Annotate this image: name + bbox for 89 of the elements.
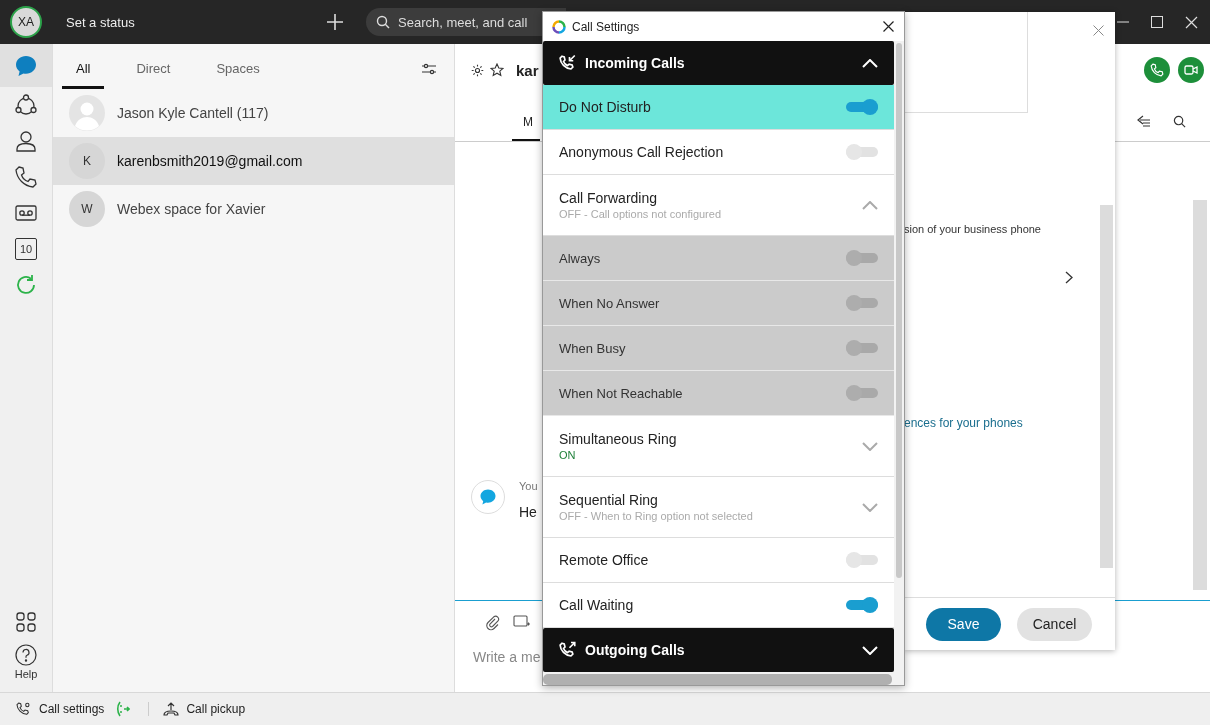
- avatar: W: [69, 191, 105, 227]
- save-button[interactable]: Save: [926, 607, 1001, 641]
- setting-status: OFF - Call options not configured: [559, 208, 722, 220]
- toggle-switch[interactable]: [846, 147, 878, 157]
- setting-row[interactable]: Call Waiting: [543, 583, 894, 628]
- search-field[interactable]: Search, meet, and call: [366, 8, 566, 36]
- outgoing-call-icon: [559, 641, 577, 659]
- cancel-button[interactable]: Cancel: [1017, 607, 1092, 641]
- share-icon[interactable]: [1137, 115, 1151, 127]
- setting-label: Anonymous Call Rejection: [559, 144, 724, 160]
- setting-label: Call Forwarding: [559, 190, 659, 206]
- setting-label: When No Answer: [559, 295, 660, 311]
- calendar-icon: 10: [15, 238, 37, 260]
- tab[interactable]: Direct: [122, 61, 185, 89]
- teams-icon: [14, 93, 38, 117]
- status-bar-item[interactable]: Call settings: [16, 701, 105, 717]
- search-icon: [376, 15, 390, 29]
- maximize-icon[interactable]: [1151, 16, 1163, 28]
- space-title: kar: [516, 61, 539, 79]
- call-button[interactable]: [1144, 57, 1170, 83]
- setting-label: Always: [559, 250, 601, 266]
- section-title: Incoming Calls: [585, 55, 685, 71]
- setting-row[interactable]: Call Forwarding OFF - Call options not configured: [543, 175, 894, 236]
- filter-icon[interactable]: [422, 63, 436, 75]
- description-text: sion of your business phone: [904, 223, 1042, 235]
- help-button[interactable]: Help: [14, 644, 38, 680]
- tab[interactable]: All: [62, 61, 105, 89]
- chat-icon: [14, 53, 38, 78]
- setting-label: Sequential Ring: [559, 492, 659, 508]
- setting-label: Do Not Disturb: [559, 99, 651, 115]
- status-bar-item[interactable]: Call pickup: [163, 702, 246, 716]
- conversation-item[interactable]: K karenbsmith2019@gmail.com: [53, 137, 454, 185]
- setting-row[interactable]: Sequential Ring OFF - When to Ring option not selected: [543, 477, 894, 538]
- scrollbar[interactable]: [896, 43, 902, 578]
- setting-row[interactable]: Simultaneous Ring ON: [543, 416, 894, 477]
- conversation-item[interactable]: Jason Kyle Cantell (117): [53, 89, 454, 137]
- search-icon[interactable]: [1173, 115, 1186, 128]
- avatar-icon: [69, 95, 105, 131]
- setting-label: Simultaneous Ring: [559, 431, 677, 447]
- scrollbar[interactable]: [543, 674, 892, 685]
- call-forward-icon[interactable]: [116, 701, 131, 717]
- message-field[interactable]: Write a me: [473, 649, 541, 665]
- section-header[interactable]: Outgoing Calls: [543, 628, 894, 672]
- user-avatar[interactable]: XA: [10, 6, 42, 38]
- toggle-switch[interactable]: [846, 555, 878, 565]
- close-icon[interactable]: [883, 21, 894, 32]
- attachment-icon[interactable]: [485, 615, 501, 631]
- refresh-icon: [14, 273, 38, 297]
- setting-label: Remote Office: [559, 552, 649, 568]
- setting-label: Call Waiting: [559, 597, 634, 613]
- setting-row[interactable]: Anonymous Call Rejection: [543, 130, 894, 175]
- tab[interactable]: Spaces: [202, 61, 274, 89]
- person-icon: [14, 129, 38, 153]
- incoming-call-icon: [559, 54, 577, 72]
- settings-icon[interactable]: [471, 63, 484, 77]
- video-call-button[interactable]: [1178, 57, 1204, 83]
- apps-icon[interactable]: [14, 610, 38, 634]
- sender-name: You: [519, 480, 538, 492]
- add-icon[interactable]: [326, 13, 344, 31]
- toggle-switch[interactable]: [846, 600, 878, 610]
- phone-gear-icon: [16, 701, 32, 717]
- chevron-right-icon[interactable]: [1065, 271, 1073, 284]
- phone-icon: [14, 165, 38, 189]
- video-camera-icon: [1184, 64, 1198, 76]
- setting-row[interactable]: Do Not Disturb: [543, 85, 894, 130]
- screen-capture-icon[interactable]: [513, 615, 530, 629]
- tab[interactable]: M: [512, 115, 540, 141]
- dialog-title: Call Settings: [572, 19, 640, 34]
- setting-label: When Busy: [559, 340, 626, 356]
- star-icon[interactable]: [490, 63, 504, 77]
- setting-label: When Not Reachable: [559, 385, 683, 401]
- conversation-item[interactable]: W Webex space for Xavier: [53, 185, 454, 233]
- rail-item[interactable]: 10: [0, 231, 52, 267]
- avatar: K: [69, 143, 105, 179]
- message-text: He: [519, 504, 538, 520]
- toggle-switch[interactable]: [846, 102, 878, 112]
- status-text[interactable]: Set a status: [66, 14, 316, 30]
- setting-status: ON: [559, 449, 577, 461]
- scrollbar[interactable]: [1100, 205, 1113, 568]
- scrollbar[interactable]: [1193, 200, 1207, 590]
- phone-icon: [1150, 63, 1164, 77]
- section-header[interactable]: Incoming Calls: [543, 41, 894, 85]
- setting-row[interactable]: Remote Office: [543, 538, 894, 583]
- link[interactable]: ences for your phones: [904, 416, 1115, 430]
- setting-status: OFF - When to Ring option not selected: [559, 510, 753, 522]
- app-logo-icon: [552, 19, 566, 34]
- call-pickup-icon: [163, 702, 180, 716]
- section-title: Outgoing Calls: [585, 642, 685, 658]
- help-icon: [15, 644, 37, 666]
